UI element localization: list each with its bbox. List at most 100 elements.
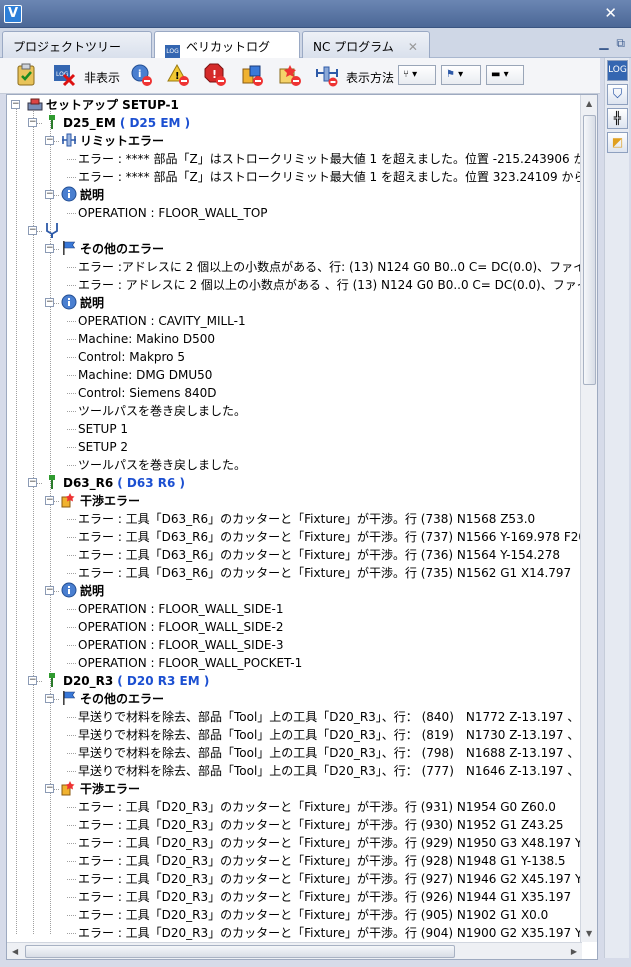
tree-leaf-message[interactable]: エラー : 工具「D20_R3」のカッターと「Fixture」が干渉。行 (90… [78, 906, 548, 924]
limit-error-icon [61, 132, 77, 148]
scroll-right-icon[interactable]: ▶ [571, 947, 577, 956]
side-tool-button[interactable]: ╬ [607, 108, 628, 129]
holder-display-dropdown[interactable]: ⑂ ▾ [398, 65, 436, 85]
tree-node-tool[interactable]: D25_EM( D25 EM ) [44, 114, 190, 132]
tree-leaf-message[interactable]: エラー : 工具「D20_R3」のカッターと「Fixture」が干渉。行 (93… [78, 816, 564, 834]
tree-leaf-message[interactable]: 早送りで材料を除去、部品「Tool」上の工具「D20_R3」、行： (777) … [78, 762, 579, 780]
tree-leaf-message[interactable]: エラー : アドレスに 2 個以上の小数点がある 、行 (13) N124 G0… [78, 276, 597, 294]
tree-leaf-message[interactable]: エラー : 工具「D63_R6」のカッターと「Fixture」が干渉。行 (73… [78, 546, 560, 564]
scroll-up-icon[interactable]: ▲ [586, 99, 592, 108]
tree-node-description[interactable]: 説明 [61, 186, 104, 204]
tab-vericut-log[interactable]: LOG ベリカットログ [154, 31, 300, 59]
tree-leaf-message[interactable]: OPERATION : FLOOR_WALL_SIDE-1 [78, 600, 283, 618]
tree-toggle-icon[interactable]: − [45, 136, 54, 145]
display-mode-label: 表示方法 [346, 71, 395, 85]
tree-leaf-message[interactable]: エラー : 工具「D63_R6」のカッターと「Fixture」が干渉。行 (73… [78, 510, 535, 528]
tree-leaf-message[interactable]: エラー : 工具「D63_R6」のカッターと「Fixture」が干渉。行 (73… [78, 564, 571, 582]
tree-node-holder[interactable] [44, 222, 63, 240]
scroll-down-icon[interactable]: ▼ [586, 929, 592, 938]
warning-filter-icon[interactable]: ! [167, 63, 191, 87]
tree-leaf-message[interactable]: ツールパスを巻き戻しました。 [78, 402, 246, 420]
tree-node-collision-errors[interactable]: 干渉エラー [61, 492, 140, 510]
tree-toggle-icon[interactable]: − [45, 586, 54, 595]
tree-leaf-message[interactable]: SETUP 2 [78, 438, 128, 456]
tree-node-description[interactable]: 説明 [61, 294, 104, 312]
error-filter-icon[interactable]: ! [204, 63, 228, 87]
tree-toggle-icon[interactable]: − [28, 118, 37, 127]
tree-toggle-icon[interactable]: − [45, 496, 54, 505]
tab-nc-program[interactable]: NC プログラム ✕ [302, 31, 430, 58]
side-check-button[interactable]: ⛉ [607, 84, 628, 105]
tree-leaf-message[interactable]: エラー :アドレスに 2 個以上の小数点がある、行: (13) N124 G0 … [78, 258, 597, 276]
tree-leaf-message[interactable]: エラー : 工具「D20_R3」のカッターと「Fixture」が干渉。行 (92… [78, 870, 597, 888]
svg-text:!: ! [212, 68, 217, 81]
flag-icon: ⚑ [446, 69, 455, 80]
new-error-filter-icon[interactable] [278, 63, 302, 87]
tool-icon [44, 672, 60, 688]
tree-toggle-icon[interactable]: − [28, 478, 37, 487]
tree-leaf-message[interactable]: 早送りで材料を除去、部品「Tool」上の工具「D20_R3」、行： (798) … [78, 744, 579, 762]
tree-leaf-message[interactable]: OPERATION : FLOOR_WALL_SIDE-2 [78, 618, 283, 636]
tree-node-tool[interactable]: D20_R3( D20 R3 EM ) [44, 672, 209, 690]
tree-toggle-icon[interactable]: − [45, 298, 54, 307]
side-collision-button[interactable]: ◩ [607, 132, 628, 153]
tree-node-collision-errors[interactable]: 干渉エラー [61, 780, 140, 798]
info-filter-icon[interactable]: i [130, 63, 154, 87]
hide-log-icon[interactable]: LOG [52, 63, 76, 87]
tree-leaf-message[interactable]: Machine: DMG DMU50 [78, 366, 212, 384]
horizontal-scroll-thumb[interactable] [25, 945, 455, 958]
tree-leaf-message[interactable]: エラー : 工具「D20_R3」のカッターと「Fixture」が干渉。行 (93… [78, 798, 556, 816]
tree-label: その他のエラー [80, 692, 165, 706]
tab-project-tree[interactable]: プロジェクトツリー✕ [2, 31, 152, 69]
tree-leaf-message[interactable]: エラー : 工具「D20_R3」のカッターと「Fixture」が干渉。行 (92… [78, 888, 571, 906]
tab-close-icon[interactable]: ✕ [408, 40, 418, 54]
tree-toggle-icon[interactable]: − [28, 226, 37, 235]
side-log-button[interactable]: LOG [607, 60, 628, 81]
float-window-icon[interactable]: ⧉ [616, 36, 625, 50]
color-display-dropdown[interactable]: ▬ ▾ [486, 65, 524, 85]
tree-toggle-icon[interactable]: − [45, 244, 54, 253]
tree-node-other-errors[interactable]: その他のエラー [61, 240, 164, 258]
tree-node-setup[interactable]: セットアップ SETUP-1 [27, 96, 179, 114]
tab-label: NC プログラム [313, 40, 394, 54]
tree-leaf-message[interactable]: Machine: Makino D500 [78, 330, 215, 348]
flag-display-dropdown[interactable]: ⚑ ▾ [441, 65, 481, 85]
tree-leaf-message[interactable]: エラー : **** 部品「Z」はストロークリミット最大値 1 を超えました。位… [78, 168, 597, 186]
tree-leaf-message[interactable]: Control: Makpro 5 [78, 348, 185, 366]
title-bar: V ✕ [0, 0, 631, 28]
vertical-scrollbar[interactable]: ▲ ▼ [580, 95, 597, 942]
tree-leaf-message[interactable]: エラー : 工具「D20_R3」のカッターと「Fixture」が干渉。行 (90… [78, 924, 597, 942]
close-icon[interactable]: ✕ [604, 4, 617, 22]
vertical-scroll-thumb[interactable] [583, 115, 596, 385]
tree-toggle-icon[interactable]: − [11, 100, 20, 109]
limit-filter-icon[interactable] [315, 63, 339, 87]
tree-leaf-message[interactable]: エラー : 工具「D20_R3」のカッターと「Fixture」が干渉。行 (92… [78, 834, 597, 852]
tree-leaf-message[interactable]: SETUP 1 [78, 420, 128, 438]
collision-filter-icon[interactable] [241, 63, 265, 87]
horizontal-scrollbar[interactable]: ◀ ▶ [7, 942, 582, 959]
tree-leaf-message[interactable]: OPERATION : FLOOR_WALL_SIDE-3 [78, 636, 283, 654]
tree-leaf-message[interactable]: エラー : 工具「D63_R6」のカッターと「Fixture」が干渉。行 (73… [78, 528, 597, 546]
tree-leaf-message[interactable]: OPERATION : CAVITY_MILL-1 [78, 312, 246, 330]
tree-node-description[interactable]: 説明 [61, 582, 104, 600]
scroll-left-icon[interactable]: ◀ [12, 947, 18, 956]
tree-leaf-message[interactable]: エラー : 工具「D20_R3」のカッターと「Fixture」が干渉。行 (92… [78, 852, 566, 870]
clipboard-check-icon[interactable] [14, 63, 38, 87]
tree-node-limit-errors[interactable]: リミットエラー [61, 132, 164, 150]
tree-toggle-icon[interactable]: − [45, 190, 54, 199]
minimize-icon[interactable]: ▁ [599, 36, 608, 50]
tree-leaf-message[interactable]: ツールパスを巻き戻しました。 [78, 456, 246, 474]
tree-leaf-message[interactable]: 早送りで材料を除去、部品「Tool」上の工具「D20_R3」、行： (819) … [78, 726, 579, 744]
tree-connector [67, 771, 76, 772]
tree-leaf-message[interactable]: 早送りで材料を除去、部品「Tool」上の工具「D20_R3」、行： (840) … [78, 708, 579, 726]
flag-icon [61, 690, 77, 706]
tree-toggle-icon[interactable]: − [45, 784, 54, 793]
tree-leaf-message[interactable]: エラー : **** 部品「Z」はストロークリミット最大値 1 を超えました。位… [78, 150, 597, 168]
tree-toggle-icon[interactable]: − [45, 694, 54, 703]
tree-leaf-message[interactable]: Control: Siemens 840D [78, 384, 216, 402]
tree-toggle-icon[interactable]: − [28, 676, 37, 685]
tree-leaf-message[interactable]: OPERATION : FLOOR_WALL_POCKET-1 [78, 654, 302, 672]
tree-node-tool[interactable]: D63_R6( D63 R6 ) [44, 474, 185, 492]
tree-leaf-message[interactable]: OPERATION : FLOOR_WALL_TOP [78, 204, 268, 222]
tree-node-other-errors[interactable]: その他のエラー [61, 690, 164, 708]
